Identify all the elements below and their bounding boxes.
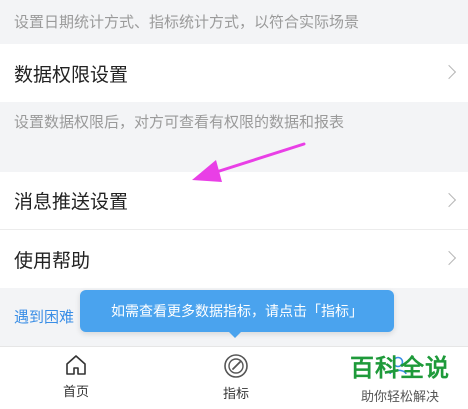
push-settings-label: 消息推送设置 [14, 191, 129, 213]
tab-metrics-label: 指标 [222, 387, 249, 402]
permission-settings-row[interactable]: 数据权限设置 [0, 44, 468, 102]
tab-home-label: 首页 [62, 385, 89, 400]
home-icon [66, 355, 86, 375]
chevron-right-icon [441, 250, 457, 266]
help-label: 使用帮助 [14, 249, 91, 272]
chevron-right-icon [441, 192, 457, 207]
watermark-subtitle: 助你轻松解决 [360, 390, 439, 405]
metrics-tooltip: 如需查看更多数据指标，请点击「指标」 [80, 290, 394, 332]
metrics-gauge-icon [224, 354, 248, 378]
metrics-tooltip-text: 如需查看更多数据指标，请点击「指标」 [111, 304, 363, 320]
tab-metrics[interactable]: 指标 [196, 353, 276, 402]
watermark-logo: 百科全说 助你轻松解决 [336, 348, 464, 406]
tab-home[interactable]: 首页 [36, 353, 116, 400]
annotation-arrow [192, 142, 306, 182]
watermark-title: 百科全说 [350, 353, 450, 382]
permission-settings-label: 数据权限设置 [14, 63, 129, 86]
date-settings-hint: 设置日期统计方式、指标统计方式，以符合实际场景 [0, 0, 468, 44]
help-row[interactable]: 使用帮助 [0, 230, 468, 288]
tooltip-tail [228, 331, 242, 338]
chevron-right-icon [441, 64, 457, 80]
